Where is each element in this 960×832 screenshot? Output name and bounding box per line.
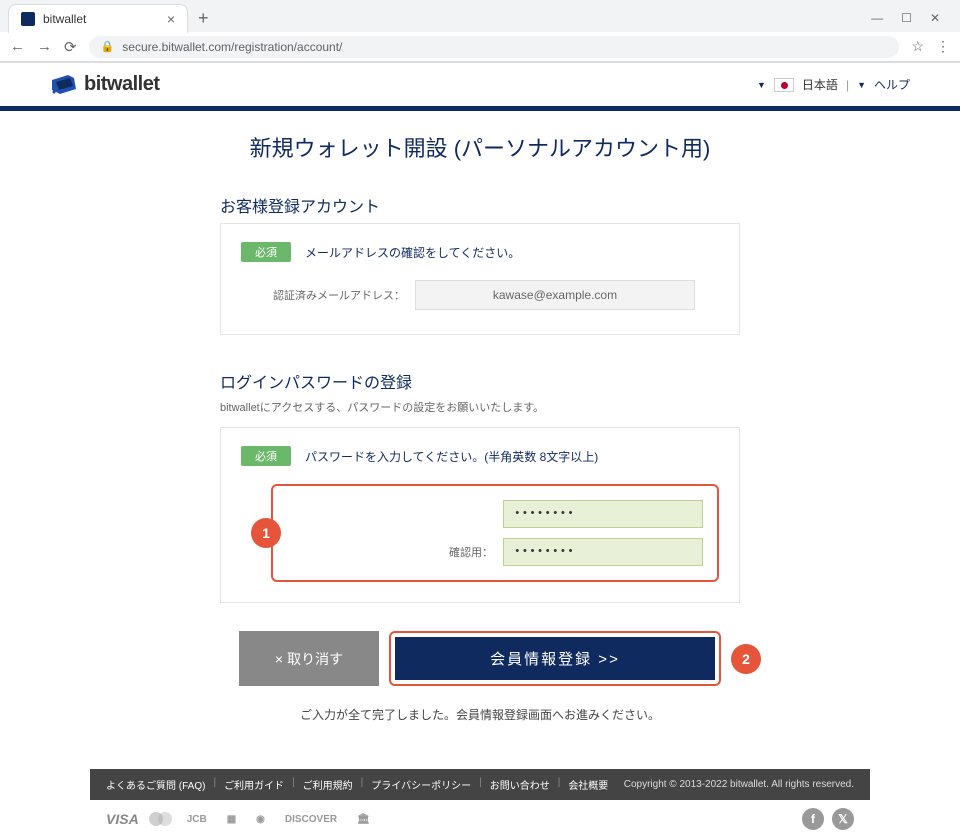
section-heading-account: お客様登録アカウント (220, 193, 840, 217)
diners-icon: ◉ (251, 811, 270, 828)
language-label[interactable]: 日本語 (802, 76, 838, 93)
wallet-icon (50, 74, 78, 96)
favicon-icon (21, 12, 35, 26)
callout-2: 2 (731, 644, 761, 674)
logo-text: bitwallet (84, 73, 160, 96)
browser-tab[interactable]: bitwallet × (8, 4, 188, 33)
page-title: 新規ウォレット開設 (パーソナルアカウント用) (120, 131, 840, 163)
tab-title: bitwallet (43, 12, 86, 26)
minimize-icon[interactable]: — (871, 11, 883, 25)
close-icon: × (275, 651, 283, 667)
jcb-icon: JCB (182, 811, 212, 828)
email-label: 認証済みメールアドレス： (265, 287, 405, 303)
password-input[interactable] (503, 500, 703, 528)
flag-japan-icon (774, 78, 794, 92)
email-field (415, 280, 695, 310)
address-bar[interactable]: 🔒 secure.bitwallet.com/registration/acco… (89, 36, 900, 58)
logo[interactable]: bitwallet (50, 73, 160, 96)
url-text: secure.bitwallet.com/registration/accoun… (122, 40, 342, 54)
password-subtext: bitwalletにアクセスする、パスワードの設定をお願いいたします。 (220, 399, 840, 415)
close-window-icon[interactable]: ✕ (930, 11, 940, 25)
visa-icon: VISA (106, 811, 139, 827)
footer-link[interactable]: ご利用規約 (303, 777, 353, 792)
mastercard-icon (149, 812, 172, 826)
password-highlight-box: 1 確認用： (271, 484, 719, 582)
callout-1: 1 (251, 518, 281, 548)
lock-icon: 🔒 (101, 40, 115, 53)
footer-link[interactable]: プライバシーポリシー (371, 777, 471, 792)
facebook-icon[interactable]: f (802, 808, 824, 830)
confirm-label: 確認用： (353, 544, 493, 560)
submit-button[interactable]: 会員情報登録 >> (395, 637, 715, 680)
completion-text: ご入力が全て完了しました。会員情報登録画面へお進みください。 (120, 706, 840, 723)
required-text: メールアドレスの確認をしてください。 (305, 244, 520, 261)
reload-icon[interactable]: ⟳ (64, 38, 77, 56)
payment-icons-row: VISA JCB ▦ ◉ DISCOVER 🏛 f 𝕏 (90, 808, 870, 830)
separator: | (846, 78, 849, 92)
footer-link[interactable]: 会社概要 (568, 777, 608, 792)
footer-link[interactable]: お問い合わせ (490, 777, 550, 792)
footer-link[interactable]: よくあるご質問 (FAQ) (106, 777, 205, 792)
close-tab-icon[interactable]: × (167, 11, 175, 27)
required-badge: 必須 (241, 242, 291, 262)
back-icon[interactable]: ← (10, 38, 25, 55)
cancel-button[interactable]: × 取り消す (239, 631, 379, 686)
discover-icon: DISCOVER (280, 811, 342, 828)
account-panel: 必須 メールアドレスの確認をしてください。 認証済みメールアドレス： (220, 223, 740, 335)
help-link[interactable]: ヘルプ (874, 76, 910, 93)
bank-transfer-icon: 🏛 (352, 811, 375, 828)
chevron-down-icon[interactable]: ▼ (857, 80, 866, 90)
submit-highlight-box: 会員情報登録 >> 2 (389, 631, 721, 686)
twitter-icon[interactable]: 𝕏 (832, 808, 854, 830)
amex-icon: ▦ (222, 811, 241, 828)
chevron-down-icon[interactable]: ▼ (757, 80, 766, 90)
required-badge: 必須 (241, 446, 291, 466)
confirm-password-input[interactable] (503, 538, 703, 566)
bookmark-icon[interactable]: ☆ (911, 38, 924, 55)
footer: よくあるご質問 (FAQ) | ご利用ガイド | ご利用規約 | プライバシーポ… (90, 769, 870, 800)
footer-link[interactable]: ご利用ガイド (224, 777, 284, 792)
required-text: パスワードを入力してください。(半角英数 8文字以上) (305, 448, 598, 465)
browser-chrome: bitwallet × + — ☐ ✕ ← → ⟳ 🔒 secure.bitwa… (0, 0, 960, 63)
page-header: bitwallet ▼ 日本語 | ▼ ヘルプ (50, 63, 910, 106)
menu-icon[interactable]: ⋮ (936, 38, 950, 55)
new-tab-button[interactable]: + (188, 8, 219, 29)
cancel-label: 取り消す (287, 649, 343, 669)
password-panel: 必須 パスワードを入力してください。(半角英数 8文字以上) 1 確認用： (220, 427, 740, 603)
maximize-icon[interactable]: ☐ (901, 11, 912, 25)
forward-icon[interactable]: → (37, 38, 52, 55)
action-buttons: × 取り消す 会員情報登録 >> 2 (220, 631, 740, 686)
section-heading-password: ログインパスワードの登録 (220, 369, 840, 393)
copyright: Copyright © 2013-2022 bitwallet. All rig… (624, 779, 854, 790)
